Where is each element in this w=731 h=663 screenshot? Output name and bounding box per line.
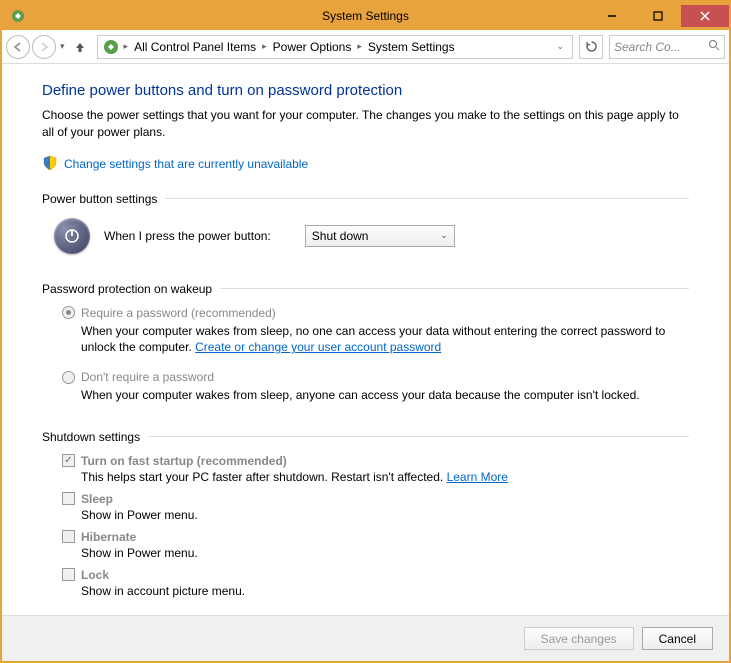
maximize-button[interactable]: [635, 5, 681, 27]
location-icon: [102, 38, 120, 56]
minimize-button[interactable]: [589, 5, 635, 27]
group-label-text: Password protection on wakeup: [42, 282, 212, 296]
power-icon: [54, 218, 90, 254]
change-settings-link[interactable]: Change settings that are currently unava…: [64, 157, 308, 171]
chevron-down-icon[interactable]: ⌄: [550, 41, 570, 52]
divider: [220, 288, 689, 289]
checkbox-input[interactable]: [62, 492, 75, 505]
password-options: Require a password (recommended) When yo…: [62, 306, 689, 404]
search-input[interactable]: Search Co...: [609, 35, 725, 59]
check-description: Show in Power menu.: [81, 508, 689, 522]
check-label: Sleep: [81, 492, 113, 506]
breadcrumb[interactable]: ▸ All Control Panel Items ▸ Power Option…: [97, 35, 573, 59]
search-icon: [708, 39, 720, 54]
check-sleep: Sleep Show in Power menu.: [62, 492, 689, 522]
divider: [165, 198, 689, 199]
cancel-button[interactable]: Cancel: [642, 627, 713, 650]
power-button-label: When I press the power button:: [104, 229, 271, 243]
group-shutdown: Shutdown settings: [42, 430, 689, 444]
create-password-link[interactable]: Create or change your user account passw…: [195, 340, 441, 354]
dropdown-value: Shut down: [312, 229, 369, 243]
window-controls: [589, 5, 729, 27]
check-label: Lock: [81, 568, 109, 582]
check-fast-startup: ✓ Turn on fast startup (recommended) Thi…: [62, 454, 689, 484]
learn-more-link[interactable]: Learn More: [447, 470, 508, 484]
save-button[interactable]: Save changes: [524, 627, 634, 650]
navigation-bar: ▾ ▸ All Control Panel Items ▸ Power Opti…: [2, 30, 729, 64]
radio-require-password: Require a password (recommended) When yo…: [62, 306, 689, 357]
check-label: Hibernate: [81, 530, 136, 544]
radio-description: When your computer wakes from sleep, no …: [81, 323, 689, 357]
group-power-button: Power button settings: [42, 192, 689, 206]
power-action-dropdown[interactable]: Shut down ⌄: [305, 225, 455, 247]
window-title: System Settings: [322, 9, 409, 23]
check-description: Show in account picture menu.: [81, 584, 689, 598]
content-area: Define power buttons and turn on passwor…: [2, 64, 729, 615]
radio-input[interactable]: [62, 371, 75, 384]
radio-description: When your computer wakes from sleep, any…: [81, 387, 689, 404]
radio-label: Require a password (recommended): [81, 306, 276, 320]
breadcrumb-item[interactable]: System Settings: [364, 40, 459, 54]
shield-icon: [42, 155, 58, 174]
checkbox-input[interactable]: [62, 568, 75, 581]
group-label-text: Power button settings: [42, 192, 157, 206]
footer: Save changes Cancel: [2, 615, 729, 661]
check-hibernate: Hibernate Show in Power menu.: [62, 530, 689, 560]
admin-link-row: Change settings that are currently unava…: [42, 155, 689, 174]
refresh-button[interactable]: [579, 35, 603, 59]
chevron-right-icon: ▸: [357, 41, 362, 52]
breadcrumb-item[interactable]: All Control Panel Items: [130, 40, 260, 54]
checkbox-input[interactable]: [62, 530, 75, 543]
chevron-down-icon: ⌄: [440, 230, 448, 241]
radio-label: Don't require a password: [81, 370, 214, 384]
checkbox-input[interactable]: ✓: [62, 454, 75, 467]
check-label: Turn on fast startup (recommended): [81, 454, 287, 468]
power-button-row: When I press the power button: Shut down…: [54, 218, 689, 254]
check-description: Show in Power menu.: [81, 546, 689, 560]
radio-dont-require-password: Don't require a password When your compu…: [62, 370, 689, 404]
page-description: Choose the power settings that you want …: [42, 107, 689, 141]
radio-input[interactable]: [62, 306, 75, 319]
page-title: Define power buttons and turn on passwor…: [42, 82, 689, 99]
chevron-right-icon: ▸: [124, 41, 129, 52]
shutdown-options: ✓ Turn on fast startup (recommended) Thi…: [62, 454, 689, 598]
check-lock: Lock Show in account picture menu.: [62, 568, 689, 598]
group-label-text: Shutdown settings: [42, 430, 140, 444]
window-frame: System Settings ▾ ▸: [0, 0, 731, 663]
chevron-right-icon: ▸: [262, 41, 267, 52]
breadcrumb-item[interactable]: Power Options: [269, 40, 356, 54]
history-dropdown-icon[interactable]: ▾: [60, 41, 65, 52]
back-button[interactable]: [6, 35, 30, 59]
forward-button[interactable]: [32, 35, 56, 59]
titlebar[interactable]: System Settings: [2, 2, 729, 30]
search-placeholder: Search Co...: [614, 40, 681, 54]
content-scroll[interactable]: Define power buttons and turn on passwor…: [2, 64, 729, 615]
close-button[interactable]: [681, 5, 729, 27]
up-button[interactable]: [69, 36, 91, 58]
group-password: Password protection on wakeup: [42, 282, 689, 296]
app-icon: [10, 8, 26, 24]
divider: [148, 436, 689, 437]
check-description: This helps start your PC faster after sh…: [81, 470, 689, 484]
